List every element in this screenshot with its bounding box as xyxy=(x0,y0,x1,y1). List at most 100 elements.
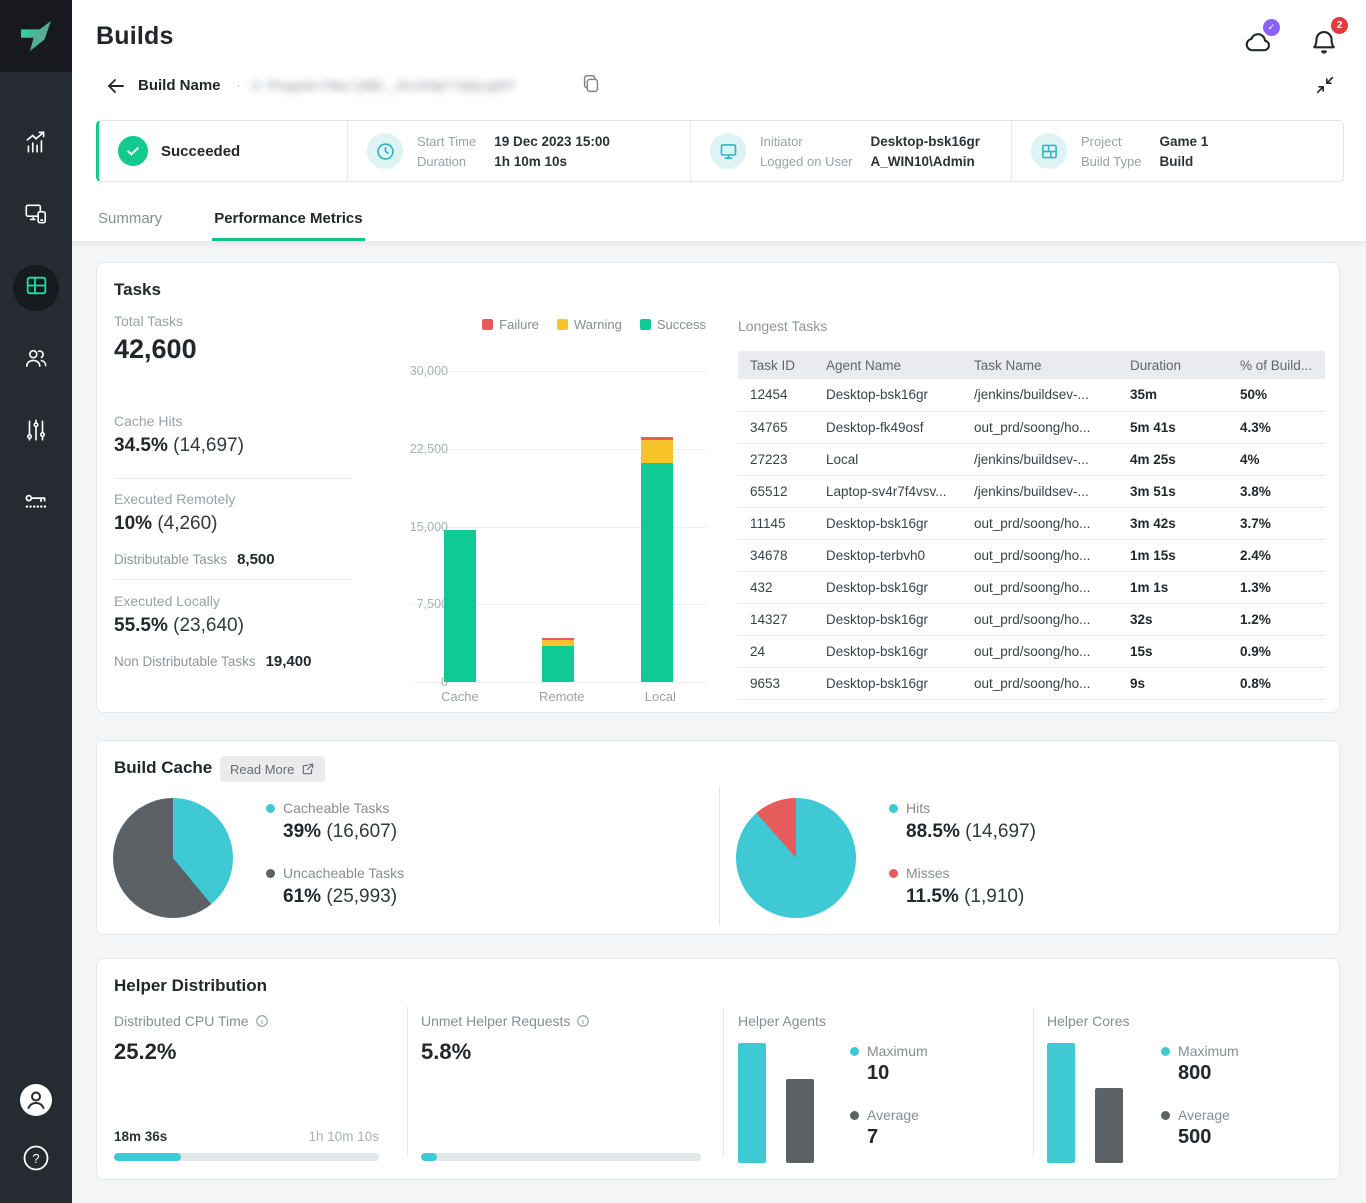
table-row[interactable]: 34765Desktop-fk49osfout_prd/soong/ho...5… xyxy=(738,411,1325,443)
build-title-row: Build Name · C: Program Files (x86) _ Ac… xyxy=(72,68,1366,104)
build-path-redacted: C: Program Files (x86) _ Accr03p7 Data-g… xyxy=(252,78,582,93)
table-cell: Local xyxy=(820,443,968,475)
sidebar-item-builds[interactable] xyxy=(0,252,72,324)
table-cell: 27223 xyxy=(738,443,820,475)
table-row[interactable]: 9653Desktop-bsk16grout_prd/soong/ho...9s… xyxy=(738,667,1325,699)
analytics-chart-icon xyxy=(23,129,49,160)
x-label-local: Local xyxy=(645,689,676,704)
bar-remote[interactable] xyxy=(542,371,574,682)
helper-distribution-card: Helper Distribution Distributed CPU Time… xyxy=(96,958,1340,1180)
cacheable-pct: 39% xyxy=(283,821,321,842)
hits-legend: Hits 88.5% (14,697) Misses 11.5% (1,910) xyxy=(889,800,1129,930)
helper-cores-label: Helper Cores xyxy=(1047,1013,1129,1029)
x-axis-labels: Cache Remote Local xyxy=(411,689,706,704)
success-legend-swatch xyxy=(640,319,651,330)
notifications-button[interactable]: 2 xyxy=(1304,22,1344,62)
help-button[interactable]: ? xyxy=(0,1131,72,1189)
table-cell: 4m 25s xyxy=(1124,443,1234,475)
table-row[interactable]: 24Desktop-bsk16grout_prd/soong/ho...15s0… xyxy=(738,635,1325,667)
failure-legend-label: Failure xyxy=(499,317,539,332)
table-row[interactable]: 14327Desktop-bsk16grout_prd/soong/ho...3… xyxy=(738,603,1325,635)
builds-performance-page: ? Builds ✓ 2 Build N xyxy=(0,0,1366,1203)
cloud-status-button[interactable]: ✓ xyxy=(1238,22,1278,62)
helper-agents-text: Helper Agents xyxy=(738,1013,826,1029)
table-row[interactable]: 432Desktop-bsk16grout_prd/soong/ho...1m … xyxy=(738,571,1325,603)
uncacheable-label: Uncacheable Tasks xyxy=(283,865,404,881)
table-cell: 12454 xyxy=(738,379,820,411)
build-cache-title: Build Cache xyxy=(114,758,212,778)
sidebar-item-settings[interactable] xyxy=(0,396,72,468)
back-button[interactable] xyxy=(104,74,128,98)
sidebar-item-license[interactable] xyxy=(0,468,72,540)
table-cell: 1m 15s xyxy=(1124,539,1234,571)
table-cell: out_prd/soong/ho... xyxy=(968,603,1124,635)
col-agent-name: Agent Name xyxy=(820,351,968,379)
misses-label: Misses xyxy=(906,865,950,881)
tab-summary[interactable]: Summary xyxy=(96,202,164,241)
cores-avg-bar[interactable] xyxy=(1095,1088,1123,1163)
users-icon xyxy=(23,345,49,376)
cores-max-dot xyxy=(1161,1047,1170,1056)
table-row[interactable]: 34678Desktop-terbvh0out_prd/soong/ho...1… xyxy=(738,539,1325,571)
agents-max-bar[interactable] xyxy=(738,1043,766,1163)
unmet-requests-text: Unmet Helper Requests xyxy=(421,1013,570,1029)
table-cell: Desktop-bsk16gr xyxy=(820,635,968,667)
sidebar-item-analytics[interactable] xyxy=(0,108,72,180)
longest-tasks-table: Task ID Agent Name Task Name Duration % … xyxy=(738,351,1325,700)
agents-avg-bar[interactable] xyxy=(786,1079,814,1163)
non-distributable-tasks-label: Non Distributable Tasks xyxy=(114,654,256,669)
table-cell: 0.9% xyxy=(1234,635,1325,667)
cpu-progress-fill xyxy=(114,1153,181,1161)
hits-pie-chart[interactable] xyxy=(736,798,856,918)
bar-local[interactable] xyxy=(641,371,673,682)
tabs: Summary Performance Metrics xyxy=(96,202,365,241)
cores-max-bar[interactable] xyxy=(1047,1043,1075,1163)
success-check-icon xyxy=(118,136,148,166)
cores-max-label: Maximum xyxy=(1178,1043,1239,1059)
non-distributable-tasks-value: 19,400 xyxy=(266,653,312,670)
cacheable-pie-chart[interactable] xyxy=(113,798,233,918)
table-row[interactable]: 11145Desktop-bsk16grout_prd/soong/ho...3… xyxy=(738,507,1325,539)
sidebar-item-agents[interactable] xyxy=(0,180,72,252)
read-more-button[interactable]: Read More xyxy=(220,756,325,782)
tab-performance-metrics[interactable]: Performance Metrics xyxy=(212,202,364,241)
table-row[interactable]: 27223Local/jenkins/buildsev-...4m 25s4% xyxy=(738,443,1325,475)
col-pct-of-build: % of Build... xyxy=(1234,351,1325,379)
copy-button[interactable] xyxy=(580,73,604,97)
read-more-label: Read More xyxy=(230,762,294,777)
collapse-panel-button[interactable] xyxy=(1314,74,1338,98)
table-row[interactable]: 65512Laptop-sv4r7f4vsv.../jenkins/builds… xyxy=(738,475,1325,507)
table-row[interactable]: 12454Desktop-bsk16gr/jenkins/buildsev-..… xyxy=(738,379,1325,411)
user-avatar[interactable] xyxy=(0,1073,72,1131)
bar-cache[interactable] xyxy=(444,371,476,682)
table-cell: 4.3% xyxy=(1234,411,1325,443)
longest-tasks-body: 12454Desktop-bsk16gr/jenkins/buildsev-..… xyxy=(738,379,1325,699)
cpu-time-used: 18m 36s xyxy=(114,1129,167,1144)
logged-user-label: Logged on User xyxy=(760,154,853,169)
info-icon[interactable] xyxy=(255,1014,269,1028)
helper-title: Helper Distribution xyxy=(114,976,267,996)
unmet-progress-fill xyxy=(421,1153,437,1161)
bar-segment-success xyxy=(542,646,574,682)
executed-remotely-pct: 10% xyxy=(114,513,152,534)
table-cell: 35m xyxy=(1124,379,1234,411)
success-legend-label: Success xyxy=(657,317,706,332)
helper-cores-chart xyxy=(1047,1043,1123,1163)
table-header-row: Task ID Agent Name Task Name Duration % … xyxy=(738,351,1325,379)
divider xyxy=(1033,1007,1034,1157)
cpu-time-total: 1h 10m 10s xyxy=(308,1129,379,1144)
tasks-bar-chart: Failure Warning Success 30,000 22,500 15… xyxy=(366,311,711,701)
initiator-label: Initiator xyxy=(760,134,853,149)
table-cell: 34678 xyxy=(738,539,820,571)
helper-cores-legend: Maximum 800 Average 500 xyxy=(1161,1043,1311,1171)
agents-max-dot xyxy=(850,1047,859,1056)
build-type-value: Build xyxy=(1159,154,1208,169)
table-cell: 4% xyxy=(1234,443,1325,475)
sidebar-item-users[interactable] xyxy=(0,324,72,396)
app-logo[interactable] xyxy=(0,0,72,72)
info-icon[interactable] xyxy=(576,1014,590,1028)
warning-legend-label: Warning xyxy=(574,317,622,332)
table-cell: 3.7% xyxy=(1234,507,1325,539)
failure-legend-swatch xyxy=(482,319,493,330)
table-cell: out_prd/soong/ho... xyxy=(968,667,1124,699)
